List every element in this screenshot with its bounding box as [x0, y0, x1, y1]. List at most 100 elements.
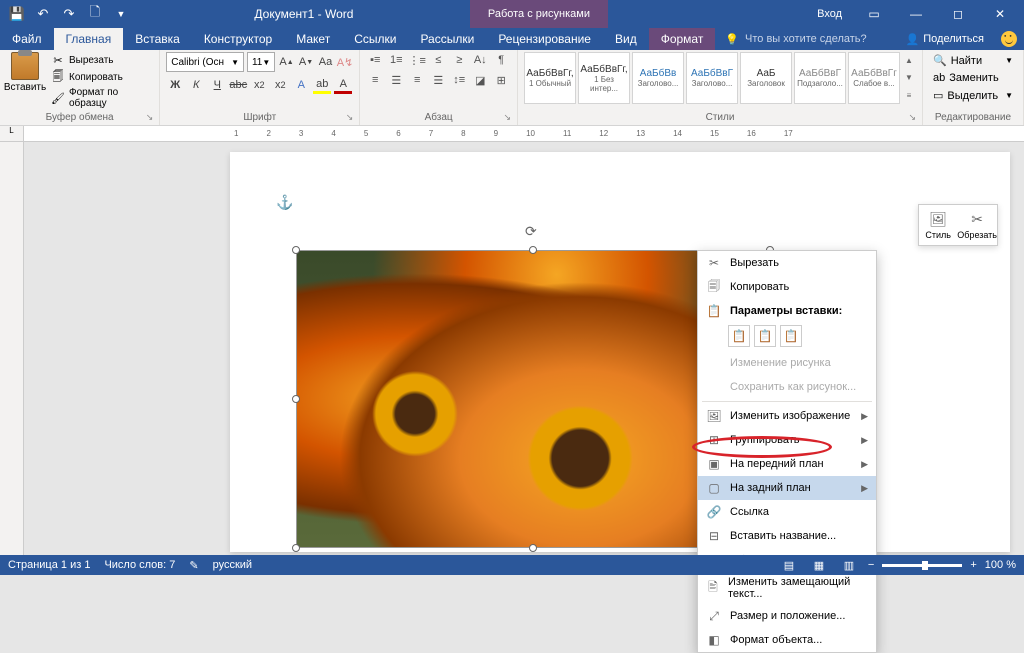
- signin-link[interactable]: Вход: [807, 8, 852, 20]
- cm-size-position[interactable]: ⤢Размер и положение...: [698, 604, 876, 628]
- maximize-button[interactable]: ◻: [938, 0, 978, 28]
- tab-review[interactable]: Рецензирование: [486, 28, 603, 50]
- ribbon-options-button[interactable]: ▭: [854, 0, 894, 28]
- highlight-button[interactable]: ab: [313, 76, 331, 94]
- borders-button[interactable]: ⊞: [492, 72, 510, 88]
- tab-view[interactable]: Вид: [603, 28, 649, 50]
- minimize-button[interactable]: —: [896, 0, 936, 28]
- cm-copy[interactable]: 🗐Копировать: [698, 275, 876, 299]
- clipboard-launcher[interactable]: ↘: [146, 112, 154, 123]
- paragraph-launcher[interactable]: ↘: [503, 112, 511, 123]
- tab-insert[interactable]: Вставка: [123, 28, 192, 50]
- text-effects-button[interactable]: A: [292, 76, 310, 94]
- select-button[interactable]: ▭Выделить▼: [929, 87, 1017, 104]
- shrink-font-button[interactable]: A▼: [298, 53, 314, 71]
- replace-button[interactable]: abЗаменить: [929, 70, 1017, 86]
- cm-alt-text[interactable]: 🖹Изменить замещающий текст...: [698, 572, 876, 604]
- qat-dropdown[interactable]: ▼: [110, 3, 132, 25]
- tab-format[interactable]: Формат: [649, 28, 716, 50]
- style-item[interactable]: АаБбВвГг,1 Обычный: [524, 52, 576, 104]
- align-right-button[interactable]: ≡: [408, 72, 426, 88]
- styles-gallery[interactable]: АаБбВвГг,1 ОбычныйАаБбВвГг,1 Без интер..…: [524, 52, 916, 104]
- increase-indent-button[interactable]: ≥: [450, 52, 468, 68]
- superscript-button[interactable]: x2: [271, 76, 289, 94]
- show-marks-button[interactable]: ¶: [492, 52, 510, 68]
- styles-more-button[interactable]: ▲▼≡: [902, 52, 916, 104]
- new-doc-button[interactable]: 🗋: [84, 3, 106, 25]
- style-item[interactable]: АаБбВвЗаголово...: [632, 52, 684, 104]
- word-count[interactable]: Число слов: 7: [104, 559, 175, 571]
- resize-handle-tl[interactable]: [292, 246, 300, 254]
- zoom-out-button[interactable]: −: [868, 559, 874, 571]
- zoom-level[interactable]: 100 %: [985, 559, 1016, 571]
- cm-cut[interactable]: ✂Вырезать: [698, 251, 876, 275]
- numbering-button[interactable]: 1≡: [387, 52, 405, 68]
- tell-me-search[interactable]: 💡 Что вы хотите сделать?: [715, 28, 895, 50]
- subscript-button[interactable]: x2: [250, 76, 268, 94]
- redo-button[interactable]: ↷: [58, 3, 80, 25]
- style-item[interactable]: АаБбВвГгСлабое в...: [848, 52, 900, 104]
- cm-insert-caption[interactable]: ⊟Вставить название...: [698, 524, 876, 548]
- cm-link[interactable]: 🔗Ссылка: [698, 500, 876, 524]
- font-color-button[interactable]: A: [334, 76, 352, 94]
- tab-home[interactable]: Главная: [54, 28, 124, 50]
- print-layout-button[interactable]: ▦: [808, 557, 830, 573]
- crop-button[interactable]: ✂Обрезать: [957, 205, 997, 245]
- cm-paste-opt-1[interactable]: 📋: [728, 325, 750, 347]
- font-size-combo[interactable]: 11▼: [247, 52, 275, 72]
- tab-layout[interactable]: Макет: [284, 28, 342, 50]
- close-button[interactable]: ✕: [980, 0, 1020, 28]
- decrease-indent-button[interactable]: ≤: [429, 52, 447, 68]
- style-button[interactable]: 🖼Стиль: [919, 205, 957, 245]
- shading-button[interactable]: ◪: [471, 72, 489, 88]
- align-center-button[interactable]: ☰: [387, 72, 405, 88]
- sort-button[interactable]: A↓: [471, 52, 489, 68]
- page-indicator[interactable]: Страница 1 из 1: [8, 559, 90, 571]
- cm-group[interactable]: ⊞Группировать▶: [698, 428, 876, 452]
- style-item[interactable]: АаБбВвГг,1 Без интер...: [578, 52, 630, 104]
- cm-format-object[interactable]: ◧Формат объекта...: [698, 628, 876, 652]
- share-button[interactable]: 👤 Поделиться: [896, 28, 994, 50]
- resize-handle-bm[interactable]: [529, 544, 537, 552]
- format-painter-button[interactable]: 🖌Формат по образцу: [48, 86, 153, 110]
- font-launcher[interactable]: ↘: [346, 112, 354, 123]
- line-spacing-button[interactable]: ↕≡: [450, 72, 468, 88]
- tab-mailings[interactable]: Рассылки: [408, 28, 486, 50]
- style-item[interactable]: АаБбВвГПодзаголо...: [794, 52, 846, 104]
- style-item[interactable]: АаБЗаголовок: [740, 52, 792, 104]
- cm-change-image[interactable]: 🖼Изменить изображение▶: [698, 404, 876, 428]
- italic-button[interactable]: К: [187, 76, 205, 94]
- multilevel-button[interactable]: ⋮≡: [408, 52, 426, 68]
- read-mode-button[interactable]: ▤: [778, 557, 800, 573]
- styles-launcher[interactable]: ↘: [908, 112, 916, 123]
- language-indicator[interactable]: русский: [213, 559, 252, 571]
- cm-bring-front[interactable]: ▣На передний план▶: [698, 452, 876, 476]
- change-case-button[interactable]: Aa: [317, 53, 333, 71]
- tab-file[interactable]: Файл: [0, 28, 54, 50]
- feedback-button[interactable]: [994, 28, 1024, 50]
- resize-handle-ml[interactable]: [292, 395, 300, 403]
- grow-font-button[interactable]: A▲: [278, 53, 294, 71]
- font-name-combo[interactable]: Calibri (Осн▼: [166, 52, 244, 72]
- zoom-slider[interactable]: [882, 564, 962, 567]
- rotate-handle[interactable]: ⟳: [525, 223, 541, 239]
- clear-format-button[interactable]: A↯: [337, 53, 354, 71]
- horizontal-ruler[interactable]: L 1234567891011121314151617: [0, 126, 1024, 142]
- cm-paste-opt-3[interactable]: 📋: [780, 325, 802, 347]
- strike-button[interactable]: abc: [229, 76, 247, 94]
- spellcheck-icon[interactable]: ✎: [189, 559, 198, 572]
- justify-button[interactable]: ☰: [429, 72, 447, 88]
- style-item[interactable]: АаБбВвГЗаголово...: [686, 52, 738, 104]
- align-left-button[interactable]: ≡: [366, 72, 384, 88]
- copy-button[interactable]: 🗐Копировать: [48, 69, 153, 85]
- vertical-ruler[interactable]: [0, 142, 24, 555]
- bold-button[interactable]: Ж: [166, 76, 184, 94]
- tab-design[interactable]: Конструктор: [192, 28, 284, 50]
- find-button[interactable]: 🔍Найти▼: [929, 52, 1017, 69]
- undo-button[interactable]: ↶: [32, 3, 54, 25]
- cut-button[interactable]: ✂Вырезать: [48, 52, 153, 68]
- bullets-button[interactable]: ▪≡: [366, 52, 384, 68]
- paste-button[interactable]: Вставить: [6, 52, 44, 112]
- resize-handle-tm[interactable]: [529, 246, 537, 254]
- resize-handle-bl[interactable]: [292, 544, 300, 552]
